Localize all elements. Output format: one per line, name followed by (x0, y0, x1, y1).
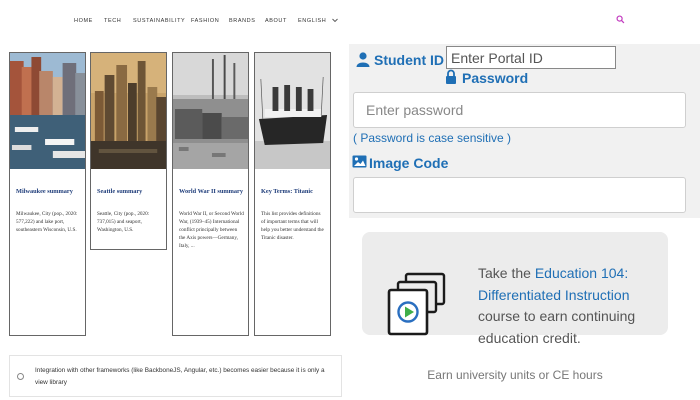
nav-sustainability[interactable]: SUSTAINABILITY (133, 18, 185, 24)
nav-fashion[interactable]: FASHION (191, 18, 219, 24)
nav-language-dropdown[interactable]: ENGLISH (298, 18, 338, 24)
chevron-down-icon (331, 18, 338, 23)
student-id-label: Student ID (374, 52, 444, 68)
answer-option[interactable]: Integration with other frameworks (like … (9, 355, 342, 397)
nav-brands[interactable]: BRANDS (229, 18, 256, 24)
promo-subtext: Earn university units or CE hours (427, 368, 603, 382)
user-icon (356, 52, 370, 67)
nav-about[interactable]: ABOUT (265, 18, 287, 24)
password-hint: ( Password is case sensitive ) (353, 131, 512, 145)
answer-option-text: Integration with other frameworks (like … (35, 367, 325, 387)
article-card-milwaukee[interactable]: Milwaukee summary Milwaukee, City (pop.,… (9, 52, 86, 336)
card-title[interactable]: Milwaukee summary (16, 188, 81, 196)
card-text: World War II, or Second World War, (1939… (179, 211, 244, 250)
search-icon[interactable] (616, 15, 625, 24)
card-title[interactable]: Key Terms: Titanic (261, 188, 326, 196)
nav-home[interactable]: HOME (74, 18, 93, 24)
top-navigation: HOME TECH SUSTAINABILITY FASHION BRANDS … (0, 0, 700, 44)
card-text: Seattle, City (pop., 2020: 737,015) and … (97, 211, 150, 234)
world-war-ii-photo (173, 53, 248, 169)
image-code-input[interactable] (353, 177, 686, 213)
portal-id-input[interactable] (446, 46, 616, 69)
card-text: This list provides definitions of import… (261, 211, 324, 242)
promo-text: Take the Education 104: Differentiated I… (478, 263, 668, 350)
nav-language-label: ENGLISH (298, 18, 327, 24)
article-card-titanic[interactable]: Key Terms: Titanic This list provides de… (254, 52, 331, 336)
password-input[interactable] (353, 92, 686, 128)
password-label: Password (462, 70, 529, 86)
promo-text-suffix: course to earn continuing education cred… (478, 308, 636, 347)
article-card-seattle[interactable]: Seattle summary Seattle, City (pop., 202… (90, 52, 167, 250)
promo-text-prefix: Take the (478, 265, 535, 281)
card-text: Milwaukee, City (pop., 2020: 577,222) an… (16, 211, 78, 234)
milwaukee-photo (10, 53, 85, 169)
seattle-photo (91, 53, 166, 169)
video-course-icon (387, 272, 446, 336)
image-code-label: Image Code (369, 155, 449, 171)
card-title[interactable]: World War II summary (179, 188, 244, 196)
article-card-world-war-ii[interactable]: World War II summary World War II, or Se… (172, 52, 249, 336)
titanic-photo (255, 53, 330, 169)
image-icon (352, 155, 367, 168)
radio-button[interactable] (17, 373, 24, 380)
card-title[interactable]: Seattle summary (97, 188, 162, 196)
lock-icon (446, 69, 456, 84)
nav-tech[interactable]: TECH (104, 18, 121, 24)
